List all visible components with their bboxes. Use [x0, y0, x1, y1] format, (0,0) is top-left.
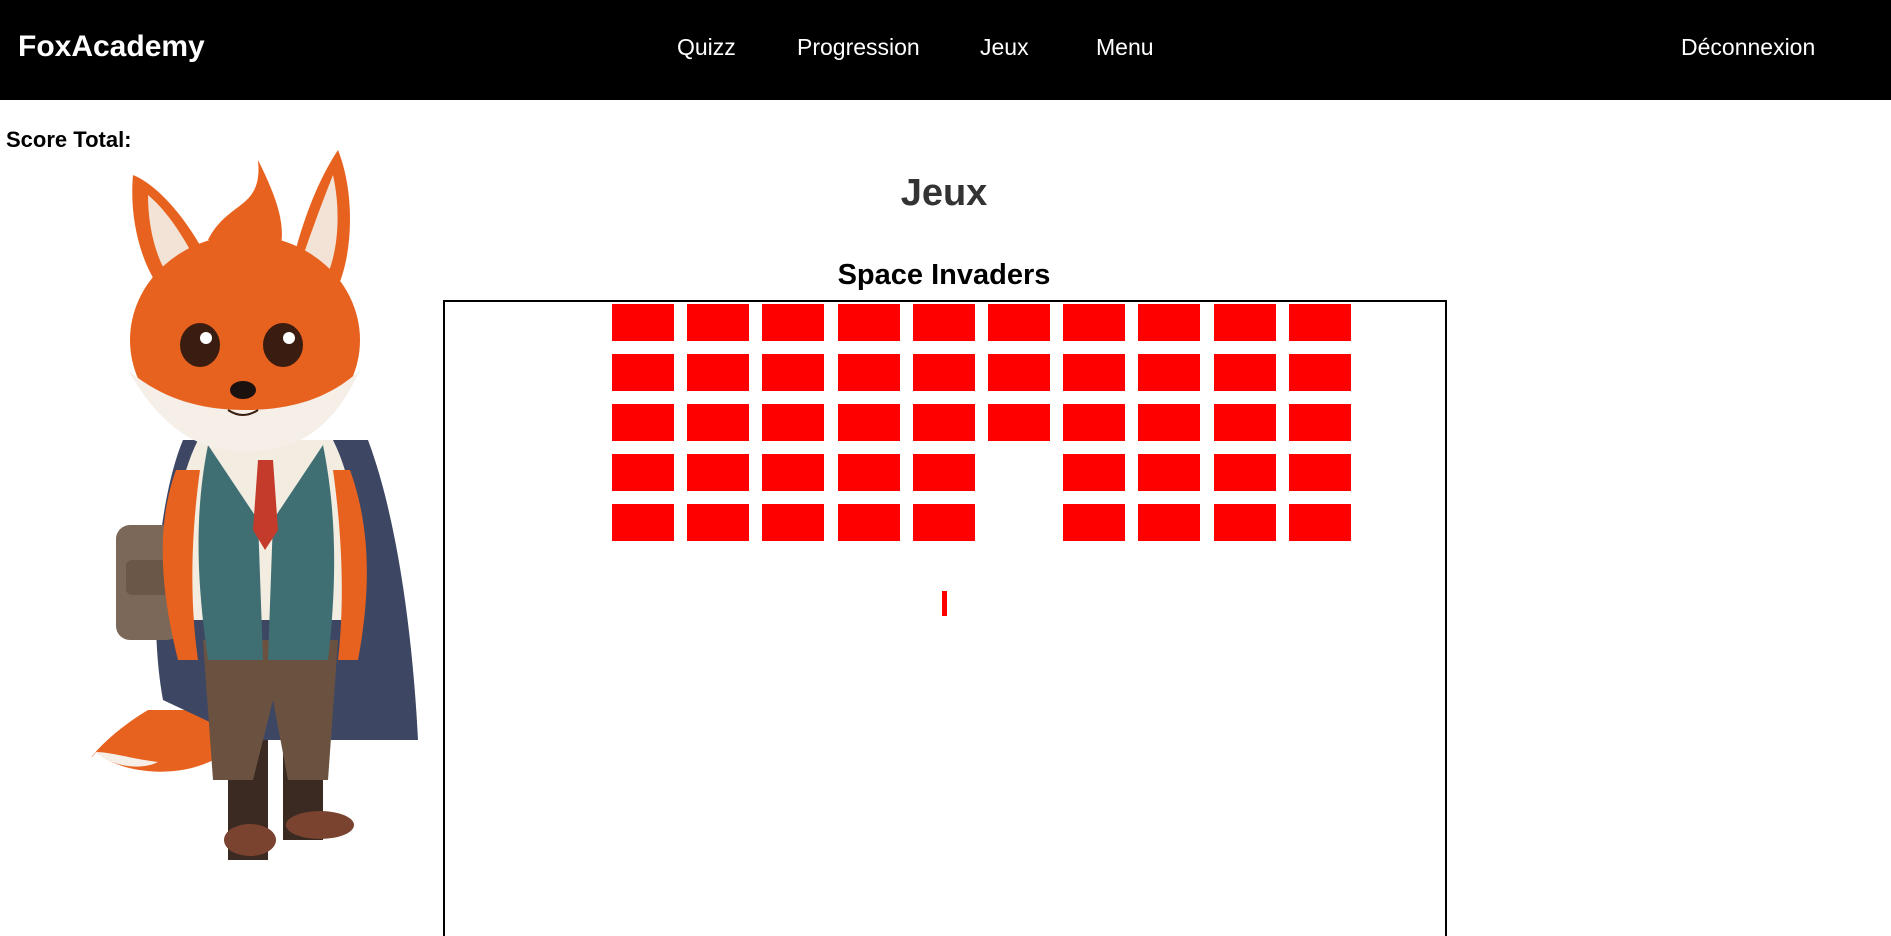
- invader: [762, 454, 824, 491]
- invader: [838, 504, 900, 541]
- nav-links: Quizz Progression Jeux Menu Déconnexion: [0, 34, 1891, 64]
- invader: [687, 404, 749, 441]
- logout-link[interactable]: Déconnexion: [1681, 34, 1815, 61]
- invader: [913, 454, 975, 491]
- invader: [1214, 354, 1276, 391]
- invader: [1289, 404, 1351, 441]
- invader: [1138, 504, 1200, 541]
- invader: [1214, 404, 1276, 441]
- invader: [988, 304, 1050, 341]
- invader: [612, 304, 674, 341]
- invader: [1138, 404, 1200, 441]
- invader: [1063, 504, 1125, 541]
- invader: [1214, 304, 1276, 341]
- invader: [913, 304, 975, 341]
- invader: [687, 504, 749, 541]
- invader: [1289, 354, 1351, 391]
- invader: [838, 454, 900, 491]
- page-title: Jeux: [900, 172, 988, 214]
- invader: [838, 354, 900, 391]
- invader: [1063, 404, 1125, 441]
- invader: [1289, 304, 1351, 341]
- invader: [1138, 354, 1200, 391]
- player-bullet: [942, 591, 947, 616]
- invader: [913, 504, 975, 541]
- invader: [687, 304, 749, 341]
- invader: [612, 504, 674, 541]
- invader: [762, 354, 824, 391]
- nav-item-progression[interactable]: Progression: [797, 34, 920, 61]
- invader: [1063, 354, 1125, 391]
- invader: [687, 354, 749, 391]
- nav-item-jeux[interactable]: Jeux: [980, 34, 1029, 61]
- invader: [612, 454, 674, 491]
- invader: [1138, 304, 1200, 341]
- invader: [1214, 454, 1276, 491]
- invader: [762, 404, 824, 441]
- fox-mascot-image: [91, 150, 418, 860]
- invader: [838, 304, 900, 341]
- invader: [612, 404, 674, 441]
- invader: [913, 404, 975, 441]
- invader: [988, 354, 1050, 391]
- invader: [1289, 454, 1351, 491]
- invader: [838, 404, 900, 441]
- invader: [762, 304, 824, 341]
- invader: [988, 404, 1050, 441]
- top-navbar: FoxAcademy Quizz Progression Jeux Menu D…: [0, 0, 1891, 100]
- invader: [913, 354, 975, 391]
- invader: [687, 454, 749, 491]
- invader: [762, 504, 824, 541]
- game-title: Space Invaders: [837, 259, 1051, 291]
- nav-item-menu[interactable]: Menu: [1096, 34, 1154, 61]
- nav-item-quizz[interactable]: Quizz: [677, 34, 736, 61]
- invader: [1063, 304, 1125, 341]
- invader: [1289, 504, 1351, 541]
- invader: [1214, 504, 1276, 541]
- invader: [1138, 454, 1200, 491]
- invader: [612, 354, 674, 391]
- space-invaders-canvas[interactable]: [443, 300, 1447, 936]
- invader: [1063, 454, 1125, 491]
